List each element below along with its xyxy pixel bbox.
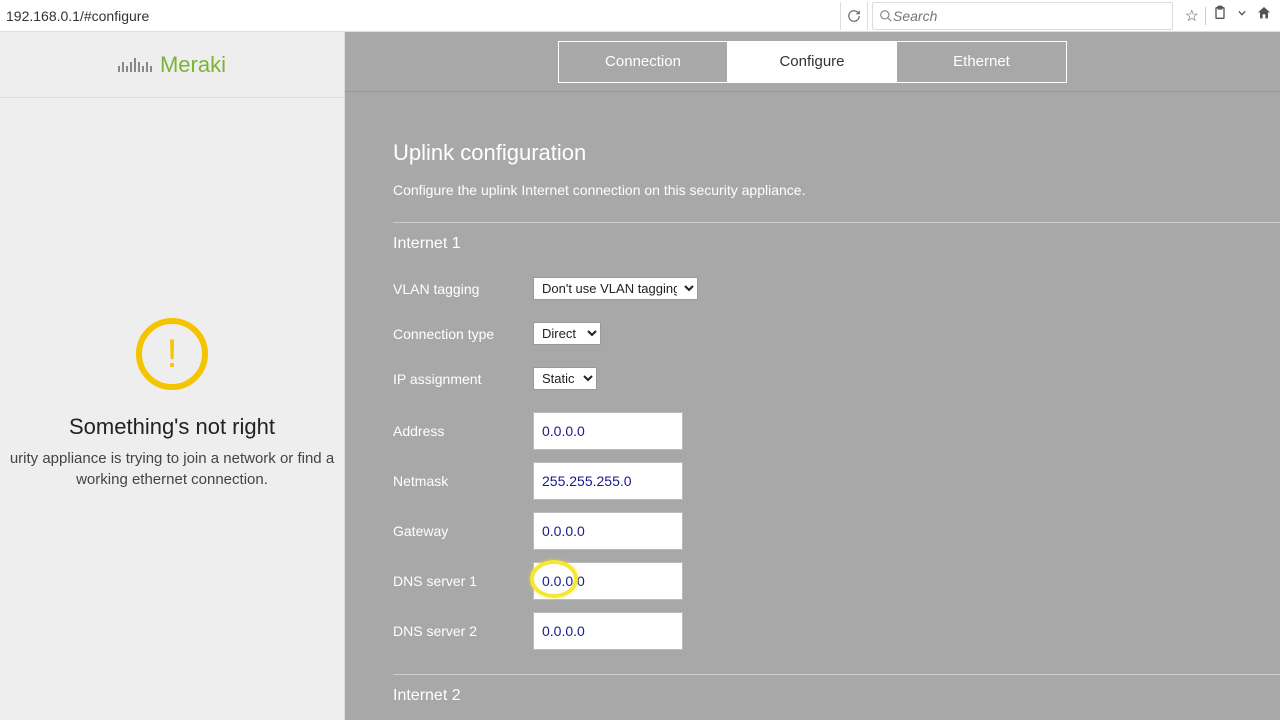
tab-ethernet[interactable]: Ethernet <box>897 42 1066 82</box>
url-bar[interactable] <box>0 1 840 31</box>
content: Uplink configuration Configure the uplin… <box>345 92 1280 720</box>
row-netmask: Netmask <box>393 462 1280 500</box>
home-icon[interactable] <box>1256 5 1272 26</box>
tab-configure[interactable]: Configure <box>728 42 897 82</box>
downloads-icon[interactable] <box>1234 5 1250 26</box>
browser-search-input[interactable] <box>893 8 1166 24</box>
sidebar: Meraki ! Something's not right urity app… <box>0 32 345 720</box>
row-connection-type: Connection type Direct <box>393 322 1280 345</box>
divider <box>393 222 1280 223</box>
label-gateway: Gateway <box>393 523 533 539</box>
browser-chrome-icons: ☆ <box>1177 5 1280 26</box>
browser-toolbar: ☆ <box>0 0 1280 32</box>
input-dns1[interactable] <box>533 562 683 600</box>
select-ip-assignment[interactable]: Static <box>533 367 597 390</box>
label-ip-assign: IP assignment <box>393 371 533 387</box>
browser-search[interactable] <box>872 2 1173 30</box>
input-dns2[interactable] <box>533 612 683 650</box>
section-internet1-title: Internet 1 <box>393 235 1280 253</box>
input-netmask[interactable] <box>533 462 683 500</box>
brand-logo: Meraki <box>0 32 344 98</box>
cisco-icon <box>118 58 152 72</box>
row-address: Address <box>393 412 1280 450</box>
reload-button[interactable] <box>840 2 868 30</box>
tabs-row: Connection Configure Ethernet <box>345 32 1280 92</box>
select-vlan-tagging[interactable]: Don't use VLAN tagging <box>533 277 698 300</box>
app-container: Meraki ! Something's not right urity app… <box>0 32 1280 720</box>
row-vlan-tagging: VLAN tagging Don't use VLAN tagging <box>393 277 1280 300</box>
warning-icon: ! <box>136 318 208 390</box>
main-panel: Connection Configure Ethernet Uplink con… <box>345 32 1280 720</box>
tab-connection[interactable]: Connection <box>559 42 728 82</box>
status-text-line2: working ethernet connection. <box>76 469 268 490</box>
page-subtitle: Configure the uplink Internet connection… <box>393 182 1280 198</box>
label-dns1: DNS server 1 <box>393 573 533 589</box>
divider <box>1205 7 1206 25</box>
divider <box>393 674 1280 675</box>
label-dns2: DNS server 2 <box>393 623 533 639</box>
search-icon <box>879 9 893 23</box>
input-gateway[interactable] <box>533 512 683 550</box>
input-address[interactable] <box>533 412 683 450</box>
row-dns2: DNS server 2 <box>393 612 1280 650</box>
status-title: Something's not right <box>69 414 275 440</box>
label-netmask: Netmask <box>393 473 533 489</box>
bookmark-star-icon[interactable]: ☆ <box>1185 6 1199 26</box>
select-connection-type[interactable]: Direct <box>533 322 601 345</box>
tabs: Connection Configure Ethernet <box>558 41 1067 83</box>
label-conn-type: Connection type <box>393 326 533 342</box>
page-title: Uplink configuration <box>393 140 1280 166</box>
section-internet2-title: Internet 2 <box>393 687 1280 705</box>
clipboard-icon[interactable] <box>1212 5 1228 26</box>
row-dns1: DNS server 1 <box>393 562 1280 600</box>
label-address: Address <box>393 423 533 439</box>
label-vlan: VLAN tagging <box>393 281 533 297</box>
status-panel: ! Something's not right urity appliance … <box>0 98 344 720</box>
reload-icon <box>847 9 861 23</box>
brand-name: Meraki <box>160 52 226 78</box>
status-text-line1: urity appliance is trying to join a netw… <box>10 448 334 469</box>
row-ip-assignment: IP assignment Static <box>393 367 1280 390</box>
row-gateway: Gateway <box>393 512 1280 550</box>
